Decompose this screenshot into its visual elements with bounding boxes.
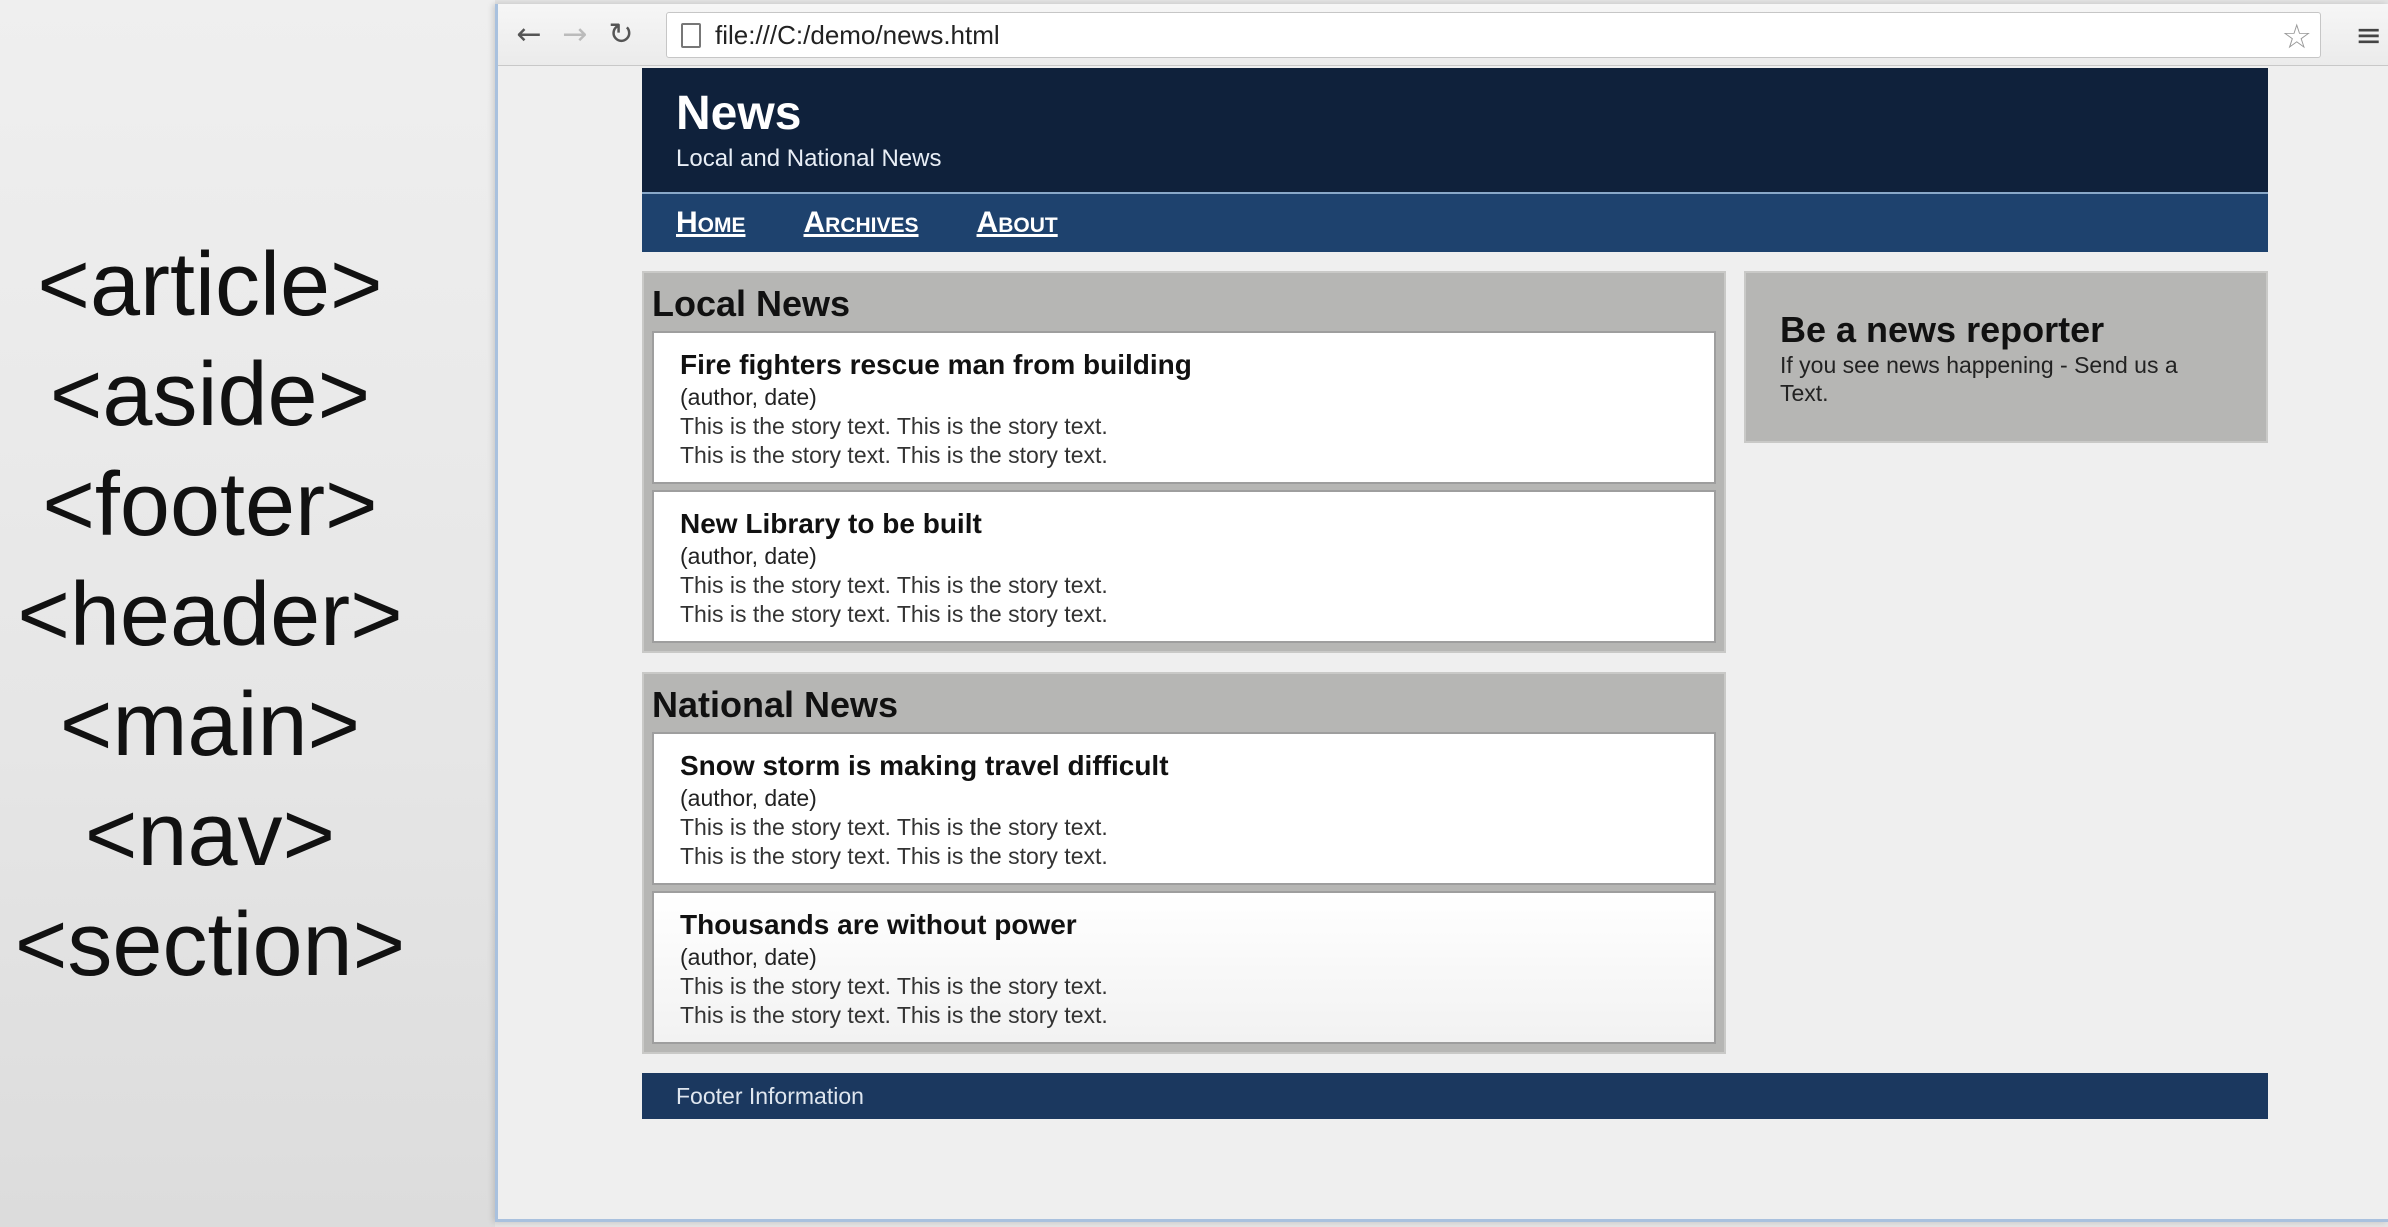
article-text: This is the story text. This is the stor…: [680, 814, 1108, 840]
article-text: This is the story text. This is the stor…: [680, 413, 1108, 439]
article-title: New Library to be built: [680, 508, 982, 539]
aside-title: Be a news reporter: [1780, 309, 2105, 350]
article-text: This is the story text. This is the stor…: [680, 601, 1108, 627]
nav-link-about[interactable]: About: [977, 206, 1058, 240]
tag-footer: <footer>: [42, 455, 378, 555]
tag-nav: <nav>: [84, 785, 336, 885]
address-bar[interactable]: file:///C:/demo/news.html ☆: [666, 12, 2321, 58]
article-title: Fire fighters rescue man from building: [680, 349, 1192, 380]
site-header: News Local and National News: [642, 68, 2268, 194]
tag-header: <header>: [17, 565, 403, 665]
article-text: This is the story text. This is the stor…: [680, 973, 1108, 999]
main-content: Local News Fire fighters rescue man from…: [642, 271, 1726, 1073]
article-text: This is the story text. This is the stor…: [680, 442, 1108, 468]
article-text: This is the story text. This is the stor…: [680, 1002, 1108, 1028]
article: Fire fighters rescue man from building (…: [652, 331, 1716, 484]
section-national-news: National News Snow storm is making trave…: [642, 672, 1726, 1054]
article-byline: (author, date): [680, 944, 817, 970]
site-nav: Home Archives About: [642, 194, 2268, 252]
article-text: This is the story text. This is the stor…: [680, 843, 1108, 869]
html5-tag-list: <article> <aside> <footer> <header> <mai…: [0, 230, 420, 1000]
page-icon: [681, 22, 701, 48]
browser-window: ← → ↻ file:///C:/demo/news.html ☆ ≡ News…: [495, 4, 2388, 1222]
article-title: Thousands are without power: [680, 909, 1077, 940]
article: Thousands are without power (author, dat…: [652, 891, 1716, 1044]
article-text: This is the story text. This is the stor…: [680, 572, 1108, 598]
site-title: News: [676, 87, 802, 140]
url-text: file:///C:/demo/news.html: [715, 19, 1000, 50]
article-title: Snow storm is making travel difficult: [680, 750, 1169, 781]
forward-arrow-icon[interactable]: →: [552, 12, 598, 58]
article-byline: (author, date): [680, 384, 817, 410]
article: Snow storm is making travel difficult (a…: [652, 732, 1716, 885]
section-heading: National News: [652, 684, 899, 725]
article-byline: (author, date): [680, 543, 817, 569]
aside-panel: Be a news reporter If you see news happe…: [1744, 271, 2268, 443]
tag-main: <main>: [59, 675, 361, 775]
tag-aside: <aside>: [49, 345, 371, 445]
reload-icon[interactable]: ↻: [598, 12, 644, 58]
site-subtitle: Local and National News: [676, 145, 942, 172]
footer-text: Footer Information: [676, 1082, 864, 1109]
hamburger-menu-icon[interactable]: ≡: [2355, 16, 2382, 54]
site-footer: Footer Information: [642, 1073, 2268, 1119]
browser-toolbar: ← → ↻ file:///C:/demo/news.html ☆ ≡: [498, 4, 2388, 66]
section-local-news: Local News Fire fighters rescue man from…: [642, 271, 1726, 653]
web-page: News Local and National News Home Archiv…: [642, 68, 2268, 1119]
section-heading: Local News: [652, 283, 851, 324]
back-arrow-icon[interactable]: ←: [506, 12, 552, 58]
article-byline: (author, date): [680, 785, 817, 811]
bookmark-star-icon[interactable]: ☆: [2282, 17, 2312, 57]
article: New Library to be built (author, date) T…: [652, 490, 1716, 643]
nav-link-home[interactable]: Home: [676, 206, 746, 240]
tag-section: <section>: [14, 895, 406, 995]
nav-link-archives[interactable]: Archives: [804, 206, 919, 240]
tag-article: <article>: [37, 235, 383, 335]
aside-text: If you see news happening - Send us a Te…: [1780, 352, 2178, 406]
content-row: Local News Fire fighters rescue man from…: [642, 271, 2268, 1073]
slide-panel: <article> <aside> <footer> <header> <mai…: [0, 0, 495, 1227]
